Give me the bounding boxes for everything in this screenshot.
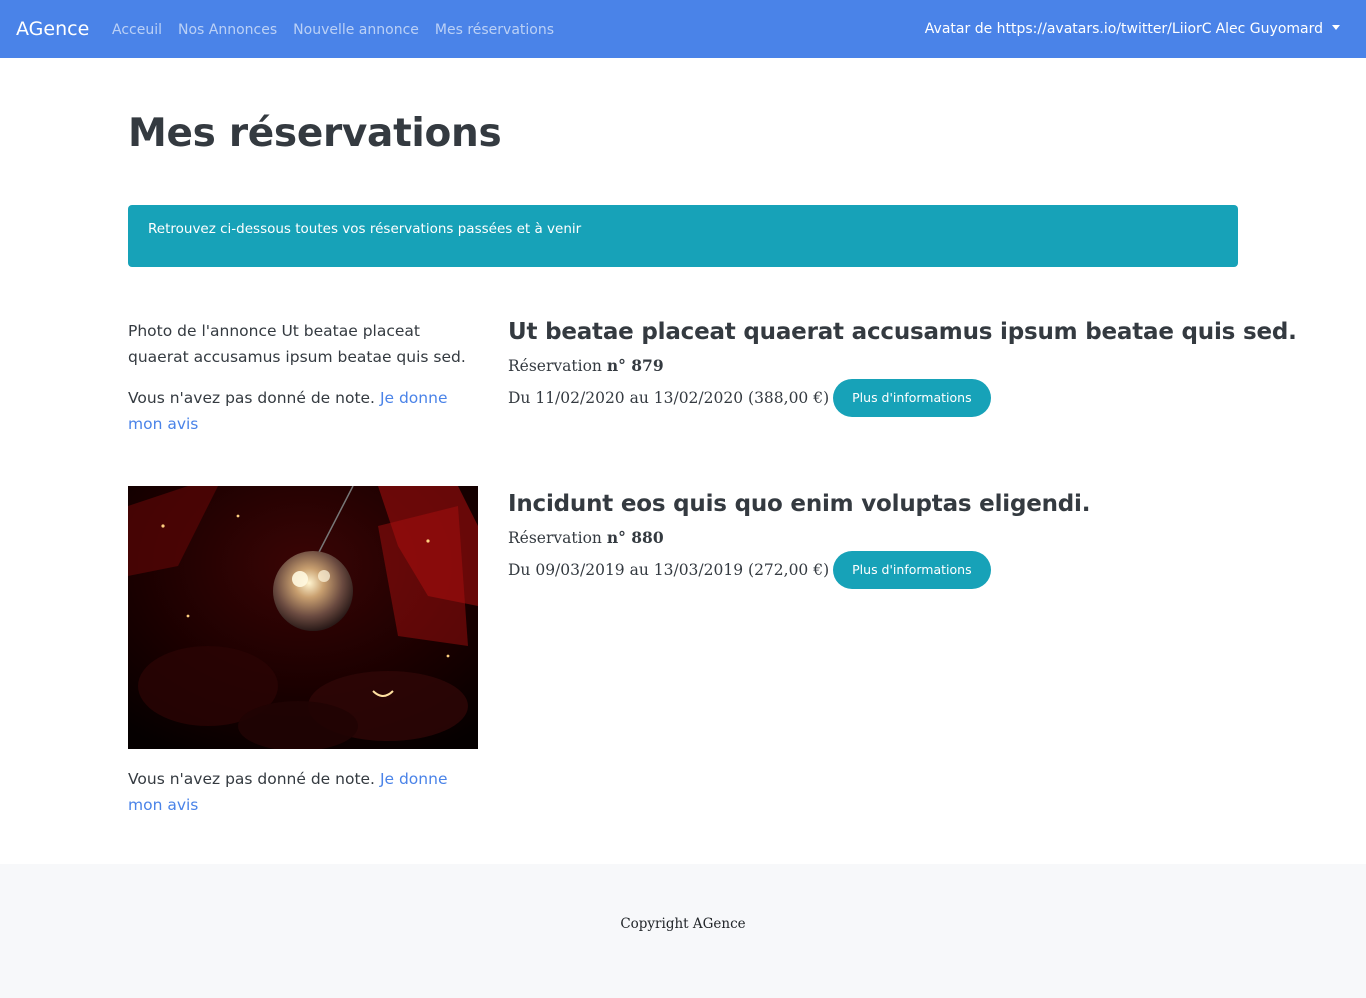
reservation-2-dates-row: Du 09/03/2019 au 13/03/2019 (272,00 €) P… [508,551,991,589]
reservation-2-number: Réservation n° 880 [508,527,664,549]
nav-link-nouvelle-annonce[interactable]: Nouvelle annonce [293,20,419,40]
reservation-1-note: Vous n'avez pas donné de note. Je donne … [128,385,480,437]
copyright: Copyright AGence [620,916,746,932]
nav-link-annonces[interactable]: Nos Annonces [178,20,277,40]
reservation-label: Réservation [508,357,602,375]
reservation-1-dates-row: Du 11/02/2020 au 13/02/2020 (388,00 €) P… [508,379,991,417]
nav-link-mes-reservations[interactable]: Mes réservations [435,20,554,40]
reservation-2-left: Vous n'avez pas donné de note. Je donne … [128,766,480,818]
avatar: Avatar de https://avatars.io/twitter/Lii… [924,21,1212,37]
no-rating-text: Vous n'avez pas donné de note. [128,770,375,788]
reservation-1-number: Réservation n° 879 [508,355,664,377]
reservation-1-photo-alt: Photo de l'annonce Ut beatae placeat qua… [128,322,466,366]
brand-link[interactable]: AGence [16,17,89,41]
more-info-button[interactable]: Plus d'informations [833,551,991,589]
more-info-button[interactable]: Plus d'informations [833,379,991,417]
reservation-2-note: Vous n'avez pas donné de note. Je donne … [128,766,480,818]
user-dropdown-toggle[interactable]: Avatar de https://avatars.io/twitter/Lii… [925,19,1340,39]
disco-ball-image [128,486,478,749]
nav-links: Acceuil Nos Annonces Nouvelle annonce Me… [112,20,554,40]
info-alert: Retrouvez ci-dessous toutes vos réservat… [128,205,1238,267]
page-title: Mes réservations [128,111,502,156]
reservation-2-title[interactable]: Incidunt eos quis quo enim voluptas elig… [508,489,1090,519]
reservation-dates: Du 09/03/2019 au 13/03/2019 (272,00 €) [508,561,830,579]
reservation-1-title[interactable]: Ut beatae placeat quaerat accusamus ipsu… [508,317,1297,347]
user-name: Alec Guyomard [1215,21,1323,37]
reservation-label: Réservation [508,529,602,547]
reservation-1-left: Photo de l'annonce Ut beatae placeat qua… [128,318,480,437]
navbar: AGence Acceuil Nos Annonces Nouvelle ann… [0,0,1366,58]
caret-down-icon [1332,24,1340,30]
reservation-number: n° 880 [606,528,664,547]
nav-link-acceuil[interactable]: Acceuil [112,20,162,40]
reservation-dates: Du 11/02/2020 au 13/02/2020 (388,00 €) [508,389,830,407]
no-rating-text: Vous n'avez pas donné de note. [128,389,375,407]
reservation-number: n° 879 [606,356,664,375]
reservation-2-photo [128,486,478,749]
